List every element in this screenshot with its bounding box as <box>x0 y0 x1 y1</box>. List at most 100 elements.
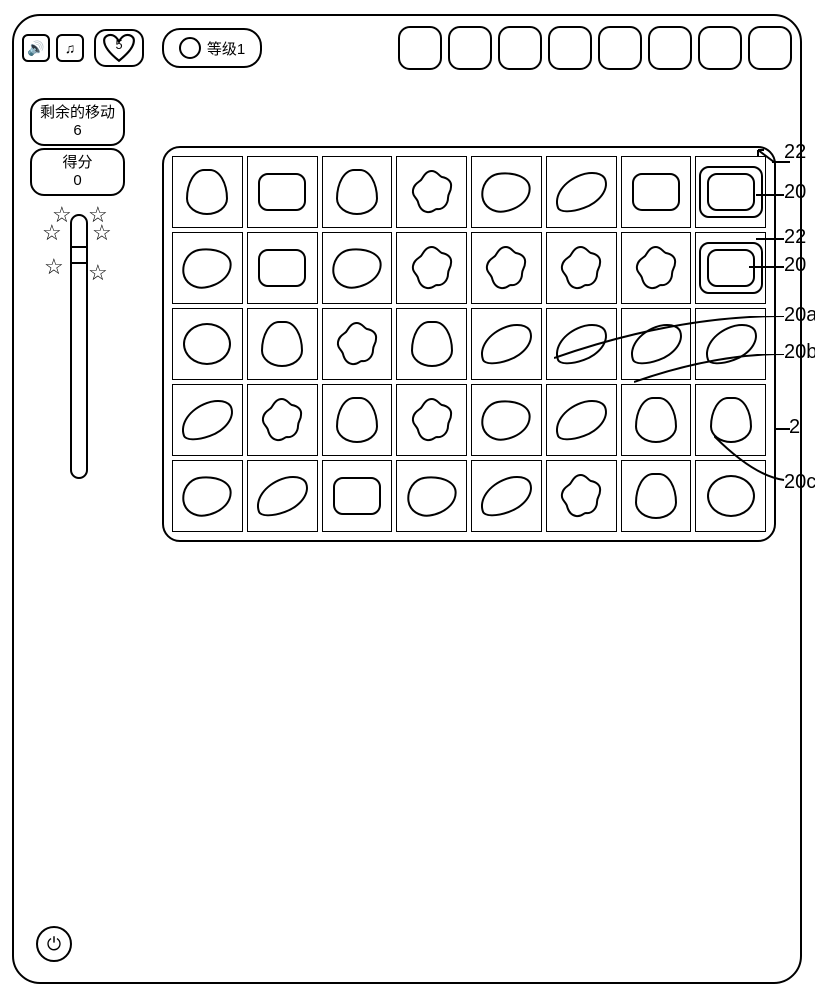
progress-track <box>70 214 88 479</box>
game-piece-pillow[interactable] <box>328 472 386 520</box>
board-cell[interactable] <box>621 384 692 456</box>
game-piece-flower[interactable] <box>403 396 461 444</box>
callout-curve <box>634 354 786 394</box>
board-cell[interactable] <box>471 156 542 228</box>
score-label: 得分 <box>34 154 121 172</box>
board-cell[interactable] <box>247 460 318 532</box>
power-button[interactable]: ⏻ <box>36 926 72 962</box>
game-piece-flower[interactable] <box>403 168 461 216</box>
game-piece-bean[interactable] <box>477 320 535 368</box>
moves-value: 6 <box>34 122 121 140</box>
board-cell[interactable] <box>546 384 617 456</box>
game-piece-drop[interactable] <box>328 396 386 444</box>
board-cell[interactable] <box>247 156 318 228</box>
board-cell[interactable] <box>621 232 692 304</box>
game-piece-pillow[interactable] <box>253 244 311 292</box>
tool-slot[interactable] <box>548 26 592 70</box>
board-cell[interactable] <box>322 156 393 228</box>
game-piece-flower[interactable] <box>552 472 610 520</box>
tool-slot[interactable] <box>498 26 542 70</box>
board-cell[interactable] <box>172 156 243 228</box>
game-piece-lemon[interactable] <box>477 396 535 444</box>
game-piece-flower[interactable] <box>253 396 311 444</box>
board-cell[interactable] <box>322 460 393 532</box>
board-cell[interactable] <box>546 232 617 304</box>
board-cell[interactable] <box>471 384 542 456</box>
tool-slot[interactable] <box>648 26 692 70</box>
game-piece-bean[interactable] <box>253 472 311 520</box>
game-piece-pillow[interactable] <box>702 244 760 292</box>
tool-slot[interactable] <box>698 26 742 70</box>
callout-label: 20a <box>784 304 815 327</box>
sound-toggle-button[interactable]: 🔊 <box>22 34 50 62</box>
board-cell[interactable] <box>172 384 243 456</box>
board-cell[interactable] <box>546 460 617 532</box>
game-piece-bean[interactable] <box>552 168 610 216</box>
game-piece-pillow[interactable] <box>627 168 685 216</box>
board-cell[interactable] <box>322 232 393 304</box>
board-cell[interactable] <box>621 460 692 532</box>
board-cell[interactable] <box>322 384 393 456</box>
music-icon: ♫ <box>65 40 76 56</box>
board-cell[interactable] <box>396 460 467 532</box>
board-cell[interactable] <box>471 232 542 304</box>
game-piece-drop[interactable] <box>627 396 685 444</box>
star-icon: ☆ <box>88 260 108 286</box>
board-cell[interactable] <box>396 156 467 228</box>
game-piece-drop[interactable] <box>627 472 685 520</box>
game-piece-flower[interactable] <box>627 244 685 292</box>
callout-line <box>749 266 784 268</box>
callout-curve <box>714 436 786 484</box>
game-piece-pillow[interactable] <box>702 168 760 216</box>
board-cell[interactable] <box>471 308 542 380</box>
board-cell[interactable] <box>172 308 243 380</box>
board-cell[interactable] <box>546 156 617 228</box>
game-piece-bean[interactable] <box>178 396 236 444</box>
game-piece-flower[interactable] <box>328 320 386 368</box>
board-cell[interactable] <box>247 308 318 380</box>
level-indicator[interactable]: 等级1 <box>162 28 262 68</box>
game-piece-bean[interactable] <box>552 396 610 444</box>
game-piece-flower[interactable] <box>403 244 461 292</box>
tool-slot[interactable] <box>598 26 642 70</box>
game-piece-lemon[interactable] <box>178 472 236 520</box>
game-piece-lemon[interactable] <box>178 244 236 292</box>
progress-tick <box>70 262 88 264</box>
game-piece-flower[interactable] <box>477 244 535 292</box>
tool-slot[interactable] <box>748 26 792 70</box>
board-cell[interactable] <box>695 156 766 228</box>
board-cell[interactable] <box>172 232 243 304</box>
board-cell[interactable] <box>396 308 467 380</box>
game-piece-lemon[interactable] <box>403 472 461 520</box>
progress-tick <box>70 246 88 248</box>
game-piece-lemon[interactable] <box>328 244 386 292</box>
game-piece-drop[interactable] <box>253 320 311 368</box>
game-piece-lemon[interactable] <box>477 168 535 216</box>
board-cell[interactable] <box>621 156 692 228</box>
game-piece-drop[interactable] <box>328 168 386 216</box>
board-cell[interactable] <box>172 460 243 532</box>
music-toggle-button[interactable]: ♫ <box>56 34 84 62</box>
board-cell[interactable] <box>396 232 467 304</box>
game-piece-flower[interactable] <box>552 244 610 292</box>
top-bar: 🔊 ♫ 5 等级1 <box>22 24 792 72</box>
game-piece-pillow[interactable] <box>253 168 311 216</box>
board-cell[interactable] <box>695 232 766 304</box>
callout-label: 20c <box>784 471 815 494</box>
star-icon: ☆ <box>92 220 112 246</box>
board-cell[interactable] <box>247 232 318 304</box>
board-cell[interactable] <box>322 308 393 380</box>
game-piece-drop[interactable] <box>403 320 461 368</box>
sound-icon: 🔊 <box>27 40 44 57</box>
game-piece-drop[interactable] <box>178 168 236 216</box>
lives-indicator[interactable]: 5 <box>94 29 144 67</box>
board-cell[interactable] <box>471 460 542 532</box>
callout-label: 20 <box>784 254 806 277</box>
board-cell[interactable] <box>247 384 318 456</box>
tool-slot[interactable] <box>398 26 442 70</box>
tool-slot[interactable] <box>448 26 492 70</box>
moves-remaining-panel: 剩余的移动 6 <box>30 98 125 146</box>
board-cell[interactable] <box>396 384 467 456</box>
game-piece-oval[interactable] <box>178 320 236 368</box>
game-piece-bean[interactable] <box>477 472 535 520</box>
